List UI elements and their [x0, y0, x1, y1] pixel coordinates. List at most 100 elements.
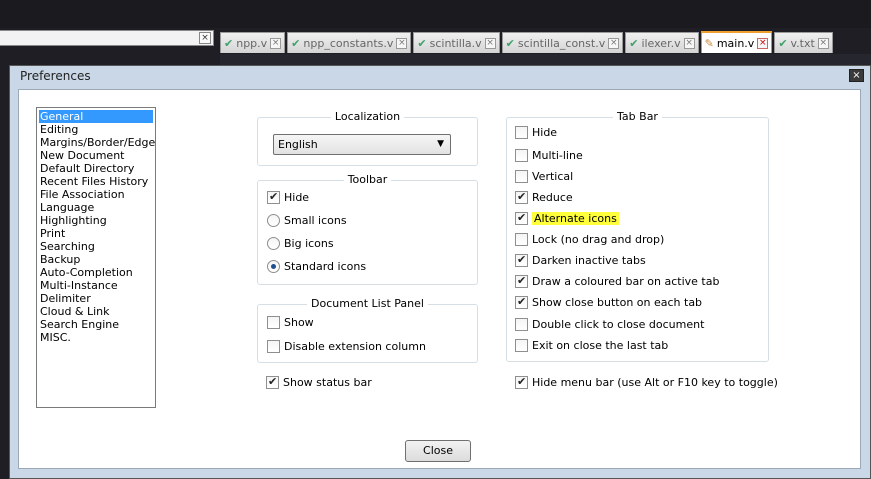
menu-bar-option[interactable]: Hide menu bar (use Alt or F10 key to tog… [515, 375, 778, 389]
find-close-button[interactable]: × [199, 32, 211, 44]
tab-bar-option-checkbox[interactable] [515, 233, 528, 246]
tab-bar-option[interactable]: Vertical [515, 170, 573, 183]
standard-icons-option[interactable]: Standard icons [267, 260, 366, 273]
editor-top-strip [0, 0, 871, 28]
category-item[interactable]: Search Engine [39, 318, 153, 331]
category-item[interactable]: Language [39, 201, 153, 214]
document-tab[interactable]: ✔ v.txt × [774, 32, 833, 53]
document-list-group: Document List Panel Show Disable extensi… [257, 297, 478, 363]
tab-bar-option[interactable]: Alternate icons [515, 211, 619, 225]
document-tab[interactable]: ✔ ilexer.v × [625, 32, 699, 53]
category-item[interactable]: Cloud & Link [39, 305, 153, 318]
big-icons-label: Big icons [284, 237, 334, 250]
big-icons-option[interactable]: Big icons [267, 237, 334, 250]
small-icons-radio[interactable] [267, 214, 280, 227]
tab-bar-option-label: Multi-line [532, 149, 583, 162]
tab-close-icon[interactable]: × [484, 37, 496, 49]
status-bar-option[interactable]: Show status bar [266, 375, 372, 389]
pencil-icon: ✎ [704, 36, 714, 50]
tab-bar-option[interactable]: Hide [515, 126, 557, 139]
document-tab[interactable]: ✎ main.v × [700, 31, 773, 53]
category-item[interactable]: New Document [39, 149, 153, 162]
tab-bar-option[interactable]: Multi-line [515, 149, 583, 162]
category-item[interactable]: General [39, 110, 153, 123]
tab-bar-option[interactable]: Reduce [515, 190, 573, 204]
tab-close-icon[interactable]: × [683, 37, 695, 49]
category-item[interactable]: Margins/Border/Edge [39, 136, 155, 149]
category-item[interactable]: MISC. [39, 331, 153, 344]
menu-bar-checkbox[interactable] [515, 375, 528, 389]
tab-close-icon[interactable]: × [270, 37, 282, 49]
tab-bar-option-checkbox[interactable] [515, 339, 528, 352]
tab-bar-option-label: Double click to close document [532, 318, 705, 331]
category-item[interactable]: Auto-Completion [39, 266, 153, 279]
tab-bar-option-label: Alternate icons [532, 212, 619, 225]
category-item[interactable]: Editing [39, 123, 153, 136]
category-item[interactable]: Highlighting [39, 214, 153, 227]
category-item[interactable]: Recent Files History [39, 175, 153, 188]
disable-ext-label: Disable extension column [284, 340, 426, 353]
tab-bar-option-checkbox[interactable] [515, 274, 528, 288]
tab-bar-option[interactable]: Double click to close document [515, 318, 704, 331]
category-item[interactable]: Multi-Instance [39, 279, 153, 292]
menu-bar-label: Hide menu bar (use Alt or F10 key to tog… [532, 376, 778, 389]
tab-close-icon[interactable]: × [757, 37, 769, 49]
language-select[interactable]: English ▼ [273, 134, 451, 155]
checkmark-icon: ✔ [505, 36, 515, 50]
checkmark-icon: ✔ [291, 36, 301, 50]
localization-group: Localization English ▼ [257, 110, 478, 166]
chevron-down-icon: ▼ [437, 139, 444, 149]
document-tab[interactable]: ✔ scintilla_const.v × [501, 32, 624, 53]
tab-bar-option-checkbox[interactable] [515, 253, 528, 267]
category-item[interactable]: Print [39, 227, 153, 240]
tab-close-icon[interactable]: × [396, 37, 408, 49]
dialog-titlebar[interactable]: Preferences × [10, 66, 870, 86]
tab-bar-option[interactable]: Lock (no drag and drop) [515, 233, 664, 246]
find-box[interactable]: × [0, 30, 214, 46]
document-tab[interactable]: ✔ scintilla.v × [413, 32, 500, 53]
dialog-title: Preferences [20, 69, 91, 83]
tab-bar-option-checkbox[interactable] [515, 318, 528, 331]
doclist-show-option[interactable]: Show [267, 316, 314, 329]
tab-bar-option-checkbox[interactable] [515, 295, 528, 309]
tab-bar-option-label: Exit on close the last tab [532, 339, 669, 352]
category-item[interactable]: Searching [39, 240, 153, 253]
dialog-close-icon[interactable]: × [849, 69, 864, 82]
doclist-show-label: Show [284, 316, 314, 329]
disable-ext-option[interactable]: Disable extension column [267, 340, 426, 353]
small-icons-label: Small icons [284, 214, 347, 227]
document-tab[interactable]: ✔ npp_constants.v × [287, 32, 412, 53]
tab-bar-option-checkbox[interactable] [515, 126, 528, 139]
close-button[interactable]: Close [405, 440, 471, 462]
tab-bar-title: Tab Bar [613, 110, 662, 123]
doclist-show-checkbox[interactable] [267, 316, 280, 329]
small-icons-option[interactable]: Small icons [267, 214, 347, 227]
tab-bar-option-label: Lock (no drag and drop) [532, 233, 665, 246]
standard-icons-radio[interactable] [267, 260, 280, 273]
disable-ext-checkbox[interactable] [267, 340, 280, 353]
big-icons-radio[interactable] [267, 237, 280, 250]
tab-close-icon[interactable]: × [608, 37, 620, 49]
category-list[interactable]: General Editing Margins/Border/Edge New Doc… [36, 107, 156, 408]
category-item[interactable]: File Association [39, 188, 153, 201]
category-item[interactable]: Default Directory [39, 162, 153, 175]
tab-bar-option[interactable]: Exit on close the last tab [515, 339, 668, 352]
tab-bar-option[interactable]: Show close button on each tab [515, 295, 702, 309]
tab-close-icon[interactable]: × [817, 37, 829, 49]
status-bar-label: Show status bar [283, 376, 372, 389]
category-item[interactable]: Delimiter [39, 292, 153, 305]
tab-bar-option-checkbox[interactable] [515, 149, 528, 162]
preferences-dialog: Preferences × General Editing Margins/Bord… [9, 65, 871, 479]
tab-bar-option-checkbox[interactable] [515, 170, 528, 183]
tab-bar-option-checkbox[interactable] [515, 190, 528, 204]
document-tab[interactable]: ✔ npp.v × [220, 32, 286, 53]
status-bar-checkbox[interactable] [266, 375, 279, 389]
toolbar-hide-checkbox[interactable] [267, 190, 280, 204]
category-item[interactable]: Backup [39, 253, 153, 266]
tab-bar-option-checkbox[interactable] [515, 211, 528, 225]
toolbar-hide-label: Hide [284, 191, 310, 204]
toolbar-hide-option[interactable]: Hide [267, 190, 310, 204]
checkmark-icon: ✔ [417, 36, 427, 50]
tab-bar-option[interactable]: Darken inactive tabs [515, 253, 646, 267]
tab-bar-option[interactable]: Draw a coloured bar on active tab [515, 274, 719, 288]
